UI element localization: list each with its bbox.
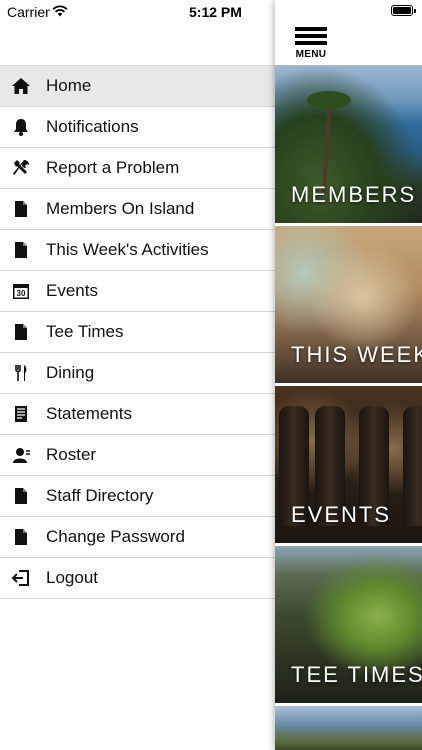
status-time: 5:12 PM — [189, 4, 242, 20]
menu-item-label: Logout — [46, 568, 98, 587]
menu-item-home[interactable]: Home — [0, 66, 275, 107]
menu-item-staff-directory[interactable]: Staff Directory — [0, 476, 275, 517]
menu-item-label: Roster — [46, 445, 97, 464]
status-bar: Carrier 5:12 PM — [0, 0, 422, 24]
wifi-icon — [52, 4, 68, 22]
tools-icon — [11, 158, 31, 178]
tile-title: EVENTS — [291, 502, 392, 527]
document-icon — [11, 527, 31, 547]
menu-item-label: This Week's Activities — [46, 240, 209, 259]
menu-item-label: Change Password — [46, 527, 185, 546]
document-icon — [11, 199, 31, 219]
menu-item-change-password[interactable]: Change Password — [0, 517, 275, 558]
calendar-icon: 30 — [11, 281, 31, 301]
battery-icon — [391, 5, 416, 16]
menu-button-label: MENU — [295, 49, 327, 60]
document-icon — [11, 486, 31, 506]
fork-knife-icon — [11, 363, 31, 383]
menu-item-label: Dining — [46, 363, 95, 382]
tile-next[interactable] — [275, 706, 422, 750]
menu-item-roster[interactable]: Roster — [0, 435, 275, 476]
menu-item-label: Report a Problem — [46, 158, 180, 177]
menu-item-logout[interactable]: Logout — [0, 558, 275, 599]
tile-title: THIS WEEK — [291, 342, 422, 367]
menu-item-label: Statements — [46, 404, 132, 423]
bell-icon — [11, 117, 31, 137]
menu-item-label: Members On Island — [46, 199, 195, 218]
tile-events[interactable]: EVENTS — [275, 386, 422, 543]
menu-item-label: Home — [46, 76, 92, 95]
carrier-label: Carrier — [7, 4, 50, 20]
tile-title: TEE TIMES — [291, 662, 422, 687]
menu-item-members-on-island[interactable]: Members On Island — [0, 189, 275, 230]
calendar-day-text: 30 — [17, 289, 26, 298]
logout-icon — [11, 568, 31, 588]
palm-tree-image — [297, 83, 357, 194]
hamburger-icon — [295, 27, 327, 31]
menu-item-dining[interactable]: Dining — [0, 353, 275, 394]
document-icon — [11, 322, 31, 342]
home-icon — [11, 76, 31, 96]
tile-tee-times[interactable]: TEE TIMES — [275, 546, 422, 703]
tile-title: MEMBERS — [291, 182, 417, 207]
menu-item-label: Events — [46, 281, 98, 300]
tile-members[interactable]: MEMBERS — [275, 65, 422, 223]
menu-button[interactable]: MENU — [295, 27, 327, 61]
main-content-panel: MENU MEMBERS THIS WEEK EVENTS TEE TIMES — [275, 0, 422, 750]
menu-item-label: Staff Directory — [46, 486, 154, 505]
menu-item-events[interactable]: 30 Events — [0, 271, 275, 312]
tile-this-week[interactable]: THIS WEEK — [275, 226, 422, 383]
menu-item-this-weeks-activities[interactable]: This Week's Activities — [0, 230, 275, 271]
menu-item-notifications[interactable]: Notifications — [0, 107, 275, 148]
menu-item-tee-times[interactable]: Tee Times — [0, 312, 275, 353]
side-drawer: Home Notifications Report a Problem Memb… — [0, 0, 275, 750]
menu-item-report-problem[interactable]: Report a Problem — [0, 148, 275, 189]
roster-icon — [11, 445, 31, 465]
menu-list: Home Notifications Report a Problem Memb… — [0, 65, 275, 599]
menu-item-label: Notifications — [46, 117, 139, 136]
menu-item-label: Tee Times — [46, 322, 124, 341]
menu-item-statements[interactable]: Statements — [0, 394, 275, 435]
bottle-image — [403, 406, 422, 526]
statement-icon — [11, 404, 31, 424]
document-icon — [11, 240, 31, 260]
